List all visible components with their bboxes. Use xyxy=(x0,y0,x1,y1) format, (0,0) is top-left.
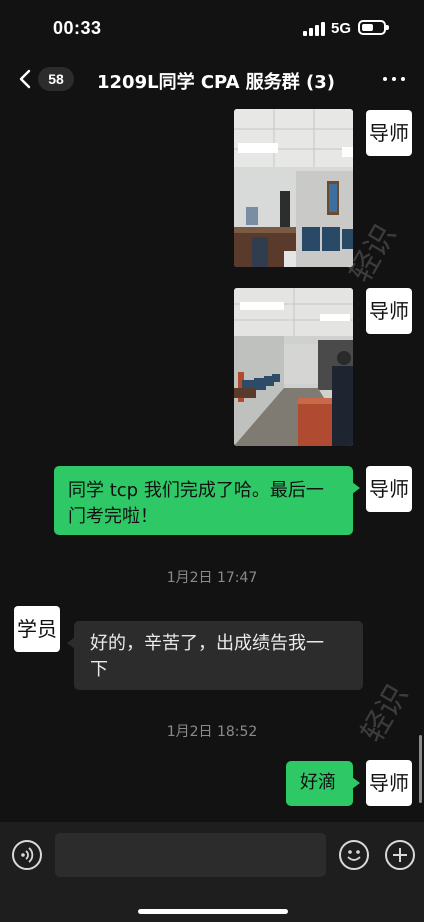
avatar-mentor[interactable]: 导师 xyxy=(366,110,412,156)
emoji-icon[interactable] xyxy=(339,840,369,870)
message-timestamp: 1月2日 17:47 xyxy=(166,570,258,586)
message-input[interactable] xyxy=(55,833,326,877)
avatar-student[interactable]: 学员 xyxy=(14,606,60,652)
message-text-line: 同学 tcp 我们完成了哈。最后一 xyxy=(68,480,324,501)
signal-icon xyxy=(303,22,325,36)
chat-title: 1209L同学 CPA 服务群 (3) xyxy=(97,72,336,93)
message-text-line: 下 xyxy=(90,659,108,680)
status-time: 00:33 xyxy=(53,18,102,38)
message-text-line: 门考完啦！ xyxy=(68,506,158,527)
message-photo[interactable] xyxy=(234,288,353,446)
back-button[interactable]: 58 xyxy=(16,65,76,93)
sent-message-bubble[interactable]: 同学 tcp 我们完成了哈。最后一 门考完啦！ xyxy=(54,466,360,535)
more-icon[interactable] xyxy=(382,68,408,90)
network-type: 5G xyxy=(331,20,352,37)
avatar-mentor[interactable]: 导师 xyxy=(366,288,412,334)
message-text-line: 好滴 xyxy=(300,772,336,793)
back-chevron-icon xyxy=(19,69,31,89)
avatar-mentor[interactable]: 导师 xyxy=(366,760,412,806)
nav-bar: 58 1209L同学 CPA 服务群 (3) xyxy=(0,56,424,102)
received-message-bubble[interactable]: 好的，辛苦了，出成绩告我一 下 xyxy=(67,621,363,690)
sent-message-bubble[interactable]: 好滴 xyxy=(286,761,360,806)
status-bar: 00:33 5G xyxy=(0,0,424,56)
home-indicator[interactable] xyxy=(138,909,288,914)
unread-badge: 58 xyxy=(38,67,74,91)
plus-icon[interactable] xyxy=(385,840,415,870)
message-text-line: 好的，辛苦了，出成绩告我一 xyxy=(90,633,324,654)
battery-icon xyxy=(358,20,389,35)
scrollbar[interactable] xyxy=(419,735,422,803)
voice-icon[interactable] xyxy=(12,840,42,870)
avatar-mentor[interactable]: 导师 xyxy=(366,466,412,512)
input-bar xyxy=(0,822,424,922)
message-photo[interactable] xyxy=(234,109,353,267)
